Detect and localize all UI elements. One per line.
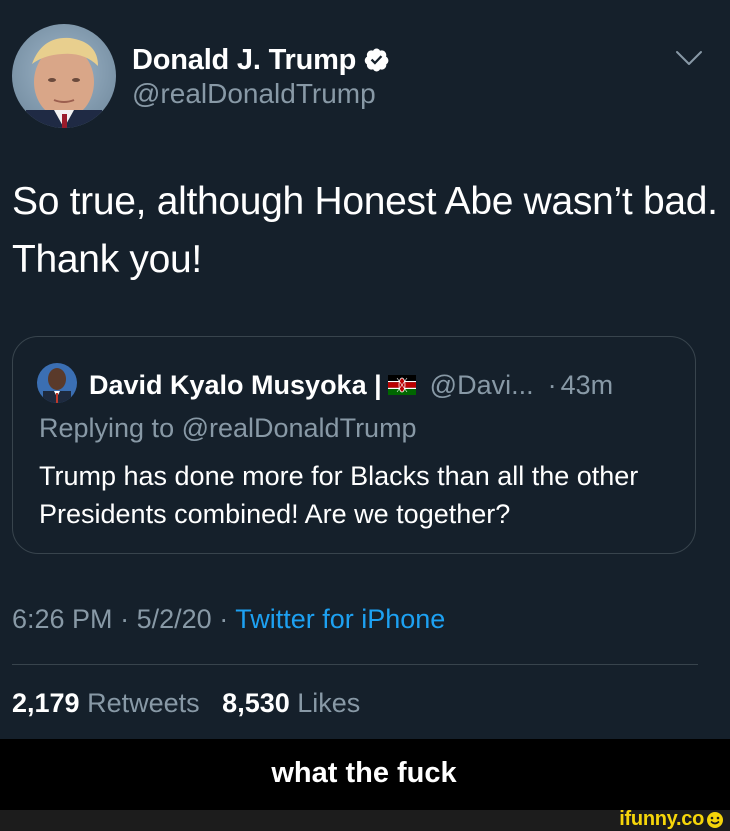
- tweet-source-link[interactable]: Twitter for iPhone: [235, 604, 445, 634]
- quoted-author-avatar: [37, 363, 77, 403]
- author-avatar[interactable]: [12, 24, 116, 128]
- quoted-author-name[interactable]: David Kyalo Musyoka |: [89, 370, 382, 401]
- tweet-container: Donald J. Trump @realDonaldTrump So true…: [0, 0, 730, 739]
- meta-separator: ·: [219, 604, 229, 634]
- smiley-icon: [707, 811, 723, 828]
- author-display-name[interactable]: Donald J. Trump: [132, 44, 356, 77]
- replying-to[interactable]: Replying to @realDonaldTrump: [39, 413, 417, 444]
- avatar-image: [12, 24, 116, 128]
- retweets-label[interactable]: Retweets: [87, 688, 200, 718]
- tweet-time: 6:26 PM: [12, 604, 113, 634]
- meta-separator: ·: [120, 604, 130, 634]
- tweet-date: 5/2/20: [136, 604, 212, 634]
- chevron-down-icon[interactable]: [674, 48, 704, 68]
- ifunny-watermark: ifunny.co: [619, 808, 724, 831]
- quoted-avatar-image: [37, 363, 77, 403]
- quoted-separator: ·: [547, 369, 557, 400]
- tweet-meta: 6:26 PM · 5/2/20 · Twitter for iPhone: [12, 604, 445, 635]
- likes-count[interactable]: 8,530: [222, 688, 290, 718]
- author-handle[interactable]: @realDonaldTrump: [132, 78, 376, 110]
- verified-badge-icon: [364, 48, 389, 72]
- quoted-tweet-header: David Kyalo Musyoka | @Davi... · 43m: [89, 365, 613, 405]
- divider: [12, 664, 698, 665]
- quoted-author-handle[interactable]: @Davi...: [430, 370, 534, 401]
- retweets-count[interactable]: 2,179: [12, 688, 80, 718]
- quoted-tweet-text: Trump has done more for Blacks than all …: [39, 461, 639, 529]
- likes-label[interactable]: Likes: [297, 688, 360, 718]
- author-name-row[interactable]: Donald J. Trump: [132, 40, 390, 80]
- watermark-text: ifunny.co: [619, 808, 704, 830]
- caption-bar: what the fuck: [0, 739, 730, 810]
- meme-caption: what the fuck: [271, 757, 457, 789]
- quoted-timestamp: 43m: [560, 369, 614, 400]
- kenya-flag-icon: [387, 375, 416, 395]
- tweet-text: So true, although Honest Abe wasn’t bad.…: [12, 180, 718, 281]
- tweet-stats: 2,179 Retweets 8,530 Likes: [12, 688, 360, 719]
- quoted-tweet-card[interactable]: David Kyalo Musyoka | @Davi... · 43m Rep…: [12, 336, 696, 554]
